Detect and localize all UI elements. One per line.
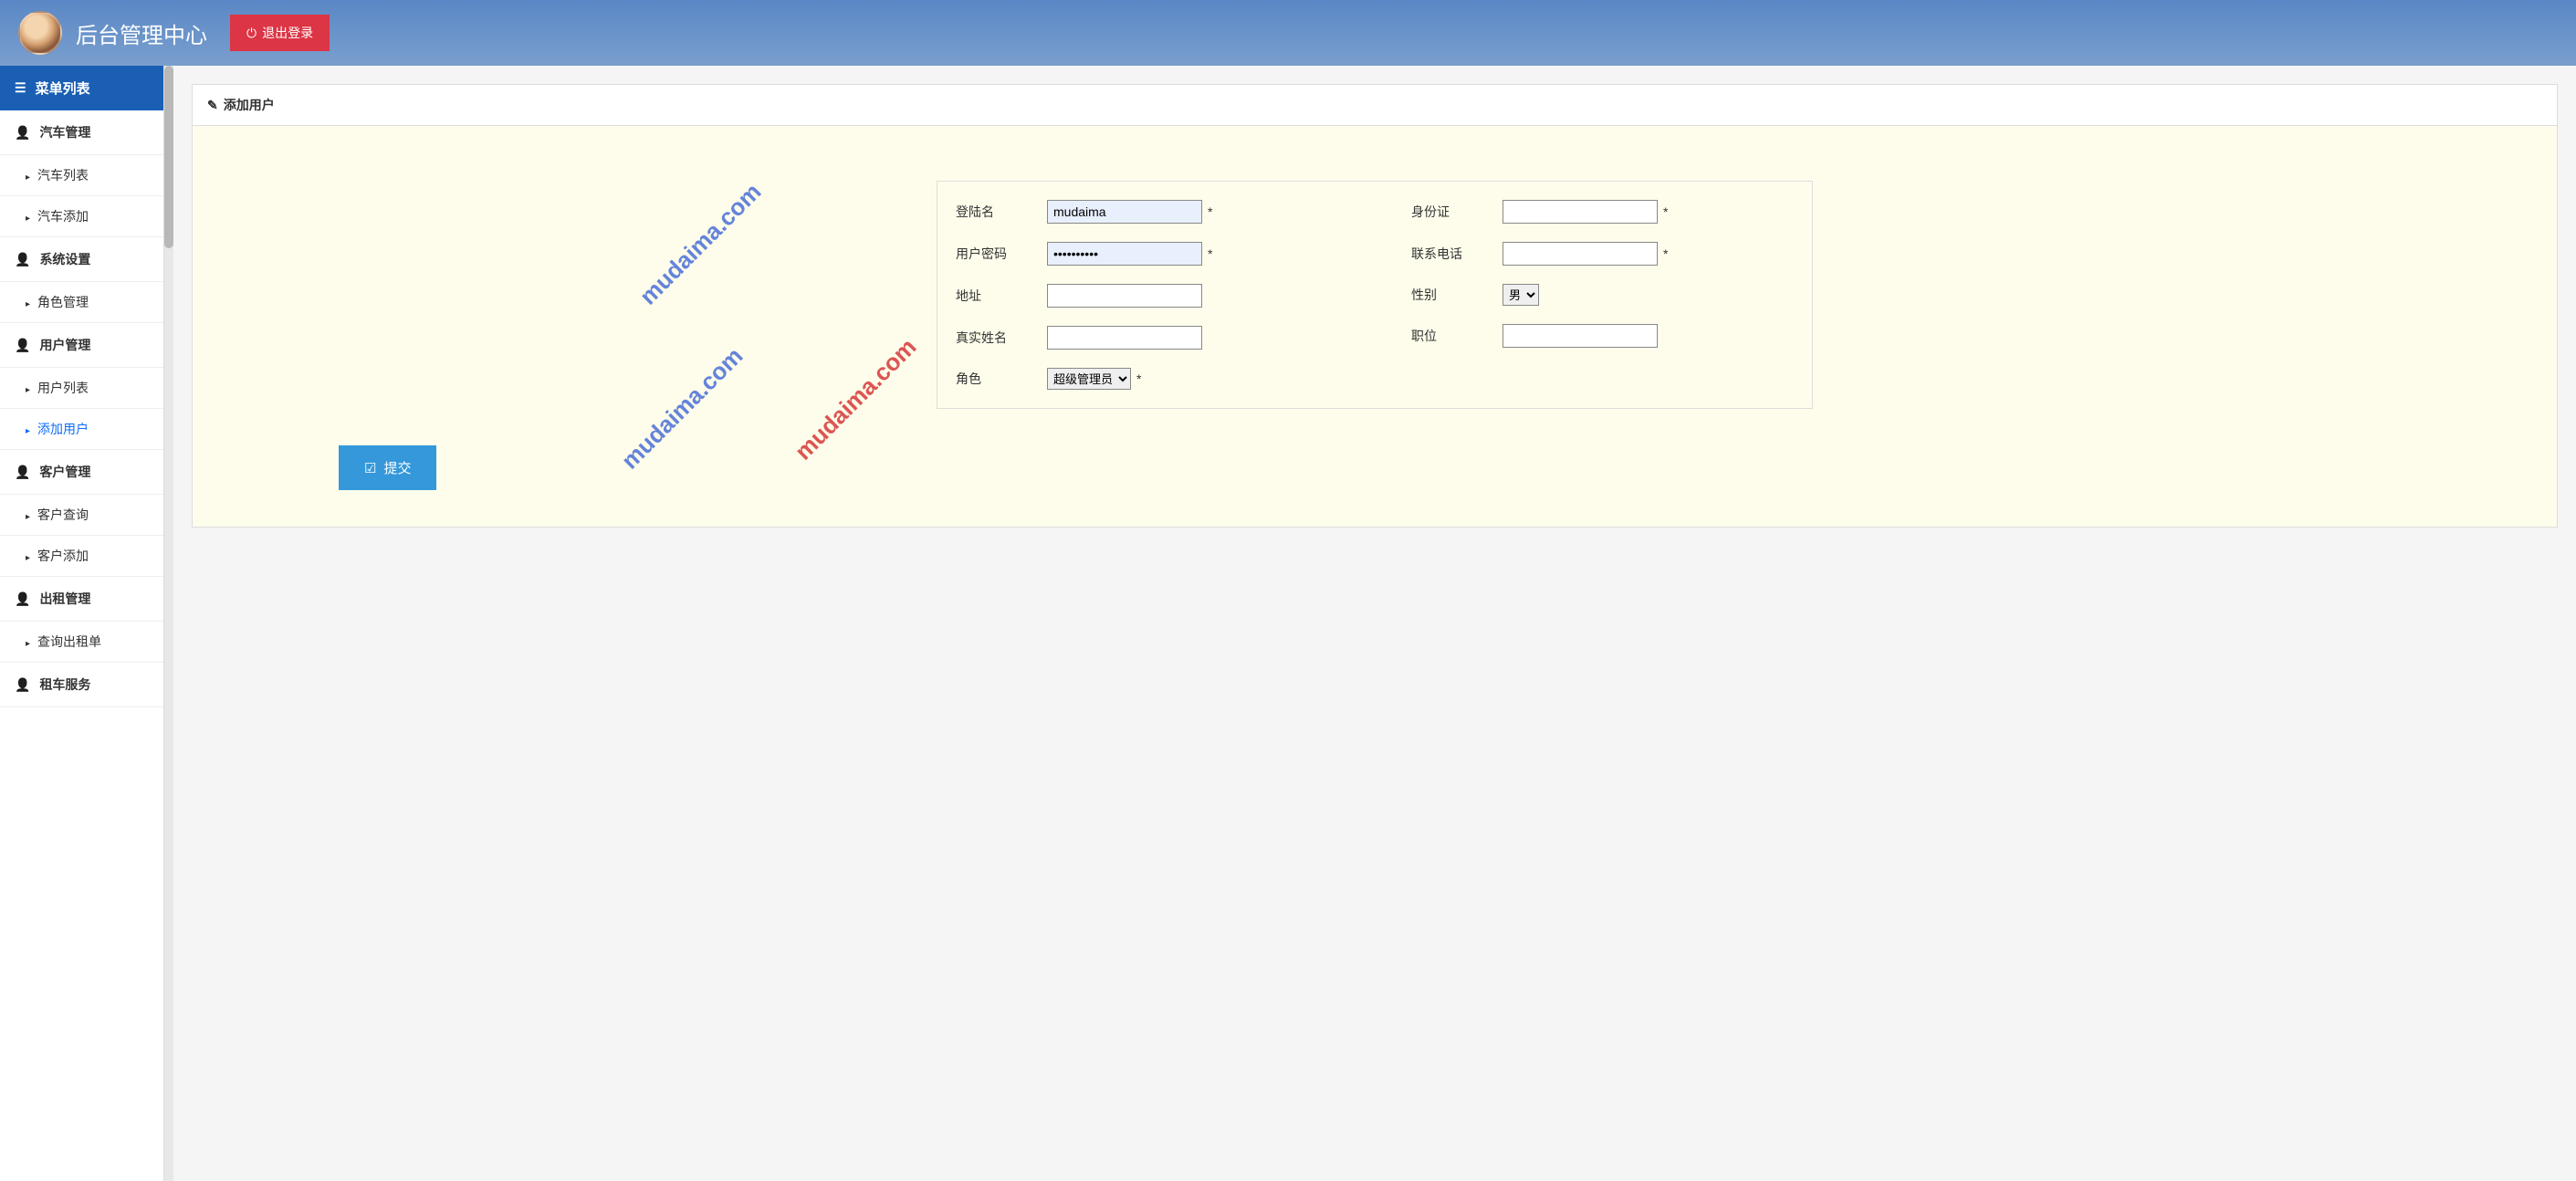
menu-item-label: 查询出租单	[37, 632, 101, 651]
menu-item-role[interactable]: 角色管理	[0, 282, 163, 323]
menu-item-customer-query[interactable]: 客户查询	[0, 495, 163, 536]
app-title: 后台管理中心	[76, 17, 207, 49]
id-card-input[interactable]	[1503, 200, 1658, 224]
required-star: *	[1663, 204, 1668, 219]
login-name-input[interactable]	[1047, 200, 1202, 224]
header-bar: 后台管理中心 退出登录	[0, 0, 2576, 66]
user-icon	[15, 677, 30, 693]
required-star: *	[1663, 246, 1668, 261]
required-star: *	[1208, 204, 1212, 219]
menu-group-label: 系统设置	[39, 250, 90, 268]
menu-group-label: 用户管理	[39, 336, 90, 354]
panel-title: 添加用户	[224, 96, 275, 114]
id-card-label: 身份证	[1411, 203, 1503, 221]
avatar[interactable]	[18, 11, 62, 55]
role-label: 角色	[956, 370, 1047, 388]
caret-icon	[26, 209, 30, 224]
check-icon	[364, 460, 376, 476]
position-label: 职位	[1411, 327, 1503, 345]
sidebar: 菜单列表 汽车管理 汽车列表 汽车添加 系统设置 角色管理 用户管理 用	[0, 66, 164, 1181]
user-icon	[15, 465, 30, 480]
menu-item-label: 添加用户	[37, 420, 89, 438]
login-name-label: 登陆名	[956, 203, 1047, 221]
watermark: mudaima.com	[634, 178, 768, 311]
scrollbar-thumb[interactable]	[164, 66, 173, 248]
caret-icon	[26, 549, 30, 563]
panel-body: 登陆名 * 用户密码 * 地址	[193, 126, 2557, 527]
caret-icon	[26, 295, 30, 309]
user-icon	[15, 591, 30, 607]
menu-group-label: 租车服务	[39, 675, 90, 694]
user-icon	[15, 252, 30, 267]
logout-button[interactable]: 退出登录	[230, 15, 330, 51]
power-icon	[246, 26, 257, 41]
menu-item-label: 汽车列表	[37, 166, 89, 184]
menu-group-rent[interactable]: 出租管理	[0, 577, 163, 622]
menu-header-label: 菜单列表	[36, 78, 90, 98]
menu-item-car-add[interactable]: 汽车添加	[0, 196, 163, 237]
menu-item-label: 用户列表	[37, 379, 89, 397]
address-input[interactable]	[1047, 284, 1202, 308]
logout-label: 退出登录	[262, 24, 313, 42]
form-box: 登陆名 * 用户密码 * 地址	[937, 181, 1813, 409]
menu-group-car[interactable]: 汽车管理	[0, 110, 163, 155]
caret-icon	[26, 634, 30, 649]
gender-label: 性别	[1411, 286, 1503, 304]
menu-item-label: 客户添加	[37, 547, 89, 565]
user-icon	[15, 338, 30, 353]
menu-group-rentcar[interactable]: 租车服务	[0, 663, 163, 707]
address-label: 地址	[956, 287, 1047, 305]
menu-item-car-list[interactable]: 汽车列表	[0, 155, 163, 196]
menu-item-customer-add[interactable]: 客户添加	[0, 536, 163, 577]
caret-icon	[26, 507, 30, 522]
list-icon	[15, 80, 26, 96]
password-label: 用户密码	[956, 245, 1047, 263]
real-name-input[interactable]	[1047, 326, 1202, 350]
role-select[interactable]: 超级管理员	[1047, 368, 1131, 390]
menu-group-system[interactable]: 系统设置	[0, 237, 163, 282]
menu-item-user-list[interactable]: 用户列表	[0, 368, 163, 409]
menu-item-label: 汽车添加	[37, 207, 89, 225]
panel-header: 添加用户	[193, 85, 2557, 126]
menu-group-customer[interactable]: 客户管理	[0, 450, 163, 495]
menu-group-user[interactable]: 用户管理	[0, 323, 163, 368]
menu-item-label: 客户查询	[37, 506, 89, 524]
real-name-label: 真实姓名	[956, 329, 1047, 347]
edit-icon	[207, 98, 218, 113]
submit-button[interactable]: 提交	[339, 445, 436, 490]
watermark: mudaima.com	[616, 342, 749, 476]
submit-label: 提交	[383, 458, 411, 477]
required-star: *	[1208, 246, 1212, 261]
form-left-column: 登陆名 * 用户密码 * 地址	[956, 200, 1338, 390]
password-input[interactable]	[1047, 242, 1202, 266]
watermark: mudaima.com	[790, 333, 923, 466]
user-icon	[15, 125, 30, 141]
menu-group-label: 汽车管理	[39, 123, 90, 141]
menu-item-label: 角色管理	[37, 293, 89, 311]
phone-label: 联系电话	[1411, 245, 1503, 263]
gender-select[interactable]: 男	[1503, 284, 1539, 306]
panel: 添加用户 登陆名 * 用户密码	[192, 84, 2558, 528]
menu-group-label: 出租管理	[39, 590, 90, 608]
sidebar-scrollbar[interactable]	[164, 66, 173, 1181]
caret-icon	[26, 168, 30, 183]
menu-item-user-add[interactable]: 添加用户	[0, 409, 163, 450]
form-right-column: 身份证 * 联系电话 * 性别	[1411, 200, 1794, 390]
caret-icon	[26, 381, 30, 395]
menu-item-rent-query[interactable]: 查询出租单	[0, 622, 163, 663]
menu-group-label: 客户管理	[39, 463, 90, 481]
required-star: *	[1136, 371, 1141, 386]
caret-icon	[26, 422, 30, 436]
content-area: 添加用户 登陆名 * 用户密码	[173, 66, 2576, 1181]
menu-header: 菜单列表	[0, 66, 163, 110]
phone-input[interactable]	[1503, 242, 1658, 266]
position-input[interactable]	[1503, 324, 1658, 348]
